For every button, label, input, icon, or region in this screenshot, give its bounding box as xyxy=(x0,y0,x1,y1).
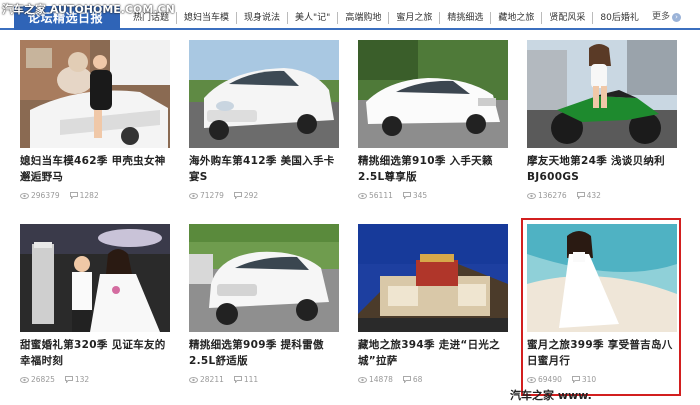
nav-item-hot-topics[interactable]: 热门话题 xyxy=(126,12,178,24)
post-stats: 56111 345 xyxy=(358,191,437,200)
view-count: 56111 xyxy=(358,191,393,200)
nav-item-80s-wedding[interactable]: 80后婚礼 xyxy=(593,12,645,24)
view-count-value: 28211 xyxy=(200,375,224,384)
comment-count-value: 68 xyxy=(412,375,423,384)
post-thumbnail[interactable] xyxy=(20,40,170,148)
nav-item-beauty-notes[interactable]: 美人"记" xyxy=(288,12,339,24)
nav-item-spouse-showcase[interactable]: 贤配风采 xyxy=(542,12,594,24)
post-card[interactable]: 海外购车第412季 美国入手卡宴S 71279 292 xyxy=(183,34,343,212)
more-link[interactable]: 更多 › xyxy=(652,11,682,23)
comment-icon xyxy=(402,192,411,199)
nav-item-tibet-trip[interactable]: 藏地之旅 xyxy=(491,12,543,24)
post-card[interactable]: 精挑细选第909季 提科雷傲2.5L舒适版 28211 111 xyxy=(183,218,343,396)
view-count: 136276 xyxy=(527,191,567,200)
post-title[interactable]: 媳妇当车模462季 甲壳虫女神邂逅野马 xyxy=(20,153,172,185)
nav-item-careful-selection[interactable]: 精挑细选 xyxy=(440,12,492,24)
post-thumbnail[interactable] xyxy=(20,224,170,332)
header: 论坛精选日报 汽车之家 AUTOHOME.COM.CN 热门话题 媳妇当车模 现… xyxy=(0,0,700,30)
nav-item-luxury-purchase[interactable]: 高端购地 xyxy=(338,12,390,24)
post-title[interactable]: 精挑细选第909季 提科雷傲2.5L舒适版 xyxy=(189,337,341,369)
site-watermark: 汽车之家 www. AUTOHOME.COM.CN xyxy=(510,389,635,405)
view-count: 26825 xyxy=(20,375,55,384)
post-card[interactable]: 精挑细选第910季 入手天籁2.5L尊享版 56111 345 xyxy=(352,34,512,212)
comment-count: 292 xyxy=(233,191,259,200)
post-title[interactable]: 摩友天地第24季 浅谈贝纳利BJ600GS xyxy=(527,153,679,185)
post-thumbnail[interactable] xyxy=(189,224,339,332)
post-thumbnail[interactable] xyxy=(358,224,508,332)
nav-bar: 热门话题 媳妇当车模 现身说法 美人"记" 高端购地 蜜月之旅 精挑细选 藏地之… xyxy=(126,11,646,25)
nav-item-testimonials[interactable]: 现身说法 xyxy=(237,12,289,24)
view-count-value: 14878 xyxy=(369,375,393,384)
post-title[interactable]: 蜜月之旅399季 享受普吉岛八日蜜月行 xyxy=(527,337,679,369)
comment-icon xyxy=(233,192,242,199)
post-card-selected[interactable]: 蜜月之旅399季 享受普吉岛八日蜜月行 69490 310 xyxy=(521,218,681,396)
post-card[interactable]: 摩友天地第24季 浅谈贝纳利BJ600GS 136276 432 xyxy=(521,34,681,212)
post-card[interactable]: 媳妇当车模462季 甲壳虫女神邂逅野马 296379 1282 xyxy=(14,34,174,212)
post-title[interactable]: 藏地之旅394季 走进“日光之城”拉萨 xyxy=(358,337,510,369)
post-title[interactable]: 海外购车第412季 美国入手卡宴S xyxy=(189,153,341,185)
eye-icon xyxy=(20,376,29,383)
comment-icon xyxy=(69,192,78,199)
view-count-value: 26825 xyxy=(31,375,55,384)
comment-count: 111 xyxy=(233,375,259,384)
comment-count: 68 xyxy=(402,375,423,384)
eye-icon xyxy=(189,192,198,199)
comment-count: 432 xyxy=(576,191,601,200)
comment-count-value: 111 xyxy=(243,375,259,384)
comment-count: 310 xyxy=(571,375,597,384)
view-count: 28211 xyxy=(189,375,224,384)
post-card[interactable]: 藏地之旅394季 走进“日光之城”拉萨 14878 68 xyxy=(352,218,512,396)
eye-icon xyxy=(189,376,198,383)
comment-icon xyxy=(402,376,411,383)
eye-icon xyxy=(20,192,29,199)
eye-icon xyxy=(358,376,367,383)
view-count-value: 69490 xyxy=(538,375,562,384)
comment-count: 345 xyxy=(402,191,428,200)
comment-icon xyxy=(64,376,73,383)
comment-icon xyxy=(571,376,580,383)
post-stats: 28211 111 xyxy=(189,375,268,384)
chevron-right-icon: › xyxy=(672,12,682,22)
comment-count-value: 310 xyxy=(581,375,597,384)
post-title[interactable]: 甜蜜婚礼第320季 见证车友的幸福时刻 xyxy=(20,337,172,369)
post-stats: 71279 292 xyxy=(189,191,268,200)
view-count-value: 71279 xyxy=(200,191,224,200)
post-title[interactable]: 精挑细选第910季 入手天籁2.5L尊享版 xyxy=(358,153,510,185)
post-stats: 14878 68 xyxy=(358,375,432,384)
comment-count-value: 132 xyxy=(74,375,90,384)
post-stats: 69490 310 xyxy=(527,375,606,384)
view-count: 296379 xyxy=(20,191,60,200)
comment-count-value: 292 xyxy=(243,191,259,200)
view-count: 69490 xyxy=(527,375,562,384)
eye-icon xyxy=(527,376,536,383)
post-thumbnail[interactable] xyxy=(527,224,677,332)
comment-count: 132 xyxy=(64,375,90,384)
comment-icon xyxy=(576,192,585,199)
comment-count-value: 1282 xyxy=(79,191,99,200)
eye-icon xyxy=(527,192,536,199)
post-thumbnail[interactable] xyxy=(527,40,677,148)
post-card[interactable]: 甜蜜婚礼第320季 见证车友的幸福时刻 26825 132 xyxy=(14,218,174,396)
comment-count: 1282 xyxy=(69,191,99,200)
comment-count-value: 345 xyxy=(412,191,428,200)
post-thumbnail[interactable] xyxy=(189,40,339,148)
view-count-value: 296379 xyxy=(31,191,60,200)
page: 论坛精选日报 汽车之家 AUTOHOME.COM.CN 热门话题 媳妇当车模 现… xyxy=(0,0,700,405)
comment-count-value: 432 xyxy=(586,191,601,200)
post-stats: 296379 1282 xyxy=(20,191,109,200)
view-count: 71279 xyxy=(189,191,224,200)
view-count: 14878 xyxy=(358,375,393,384)
nav-item-honeymoon[interactable]: 蜜月之旅 xyxy=(389,12,441,24)
comment-icon xyxy=(233,376,242,383)
post-thumbnail[interactable] xyxy=(358,40,508,148)
post-stats: 136276 432 xyxy=(527,191,611,200)
view-count-value: 136276 xyxy=(538,191,567,200)
post-stats: 26825 132 xyxy=(20,375,99,384)
more-label: 更多 xyxy=(652,12,671,22)
eye-icon xyxy=(358,192,367,199)
nav-item-wife-model[interactable]: 媳妇当车模 xyxy=(177,12,238,24)
view-count-value: 56111 xyxy=(369,191,393,200)
